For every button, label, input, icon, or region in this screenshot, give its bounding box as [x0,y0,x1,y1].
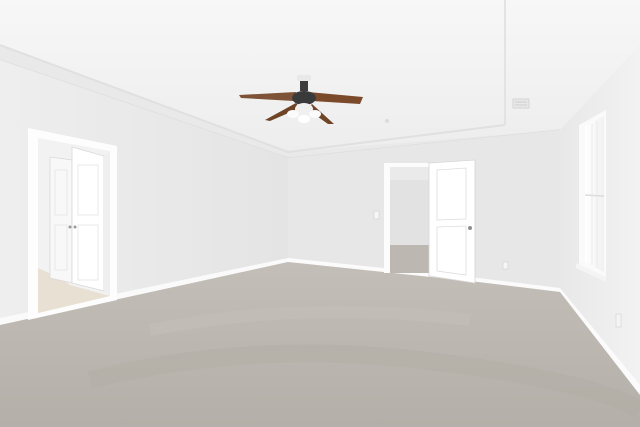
right-window [576,110,606,282]
room-scene [0,0,640,427]
left-open-doorway [28,128,117,320]
center-doorway-with-open-door [384,159,476,284]
air-vent [512,98,530,109]
